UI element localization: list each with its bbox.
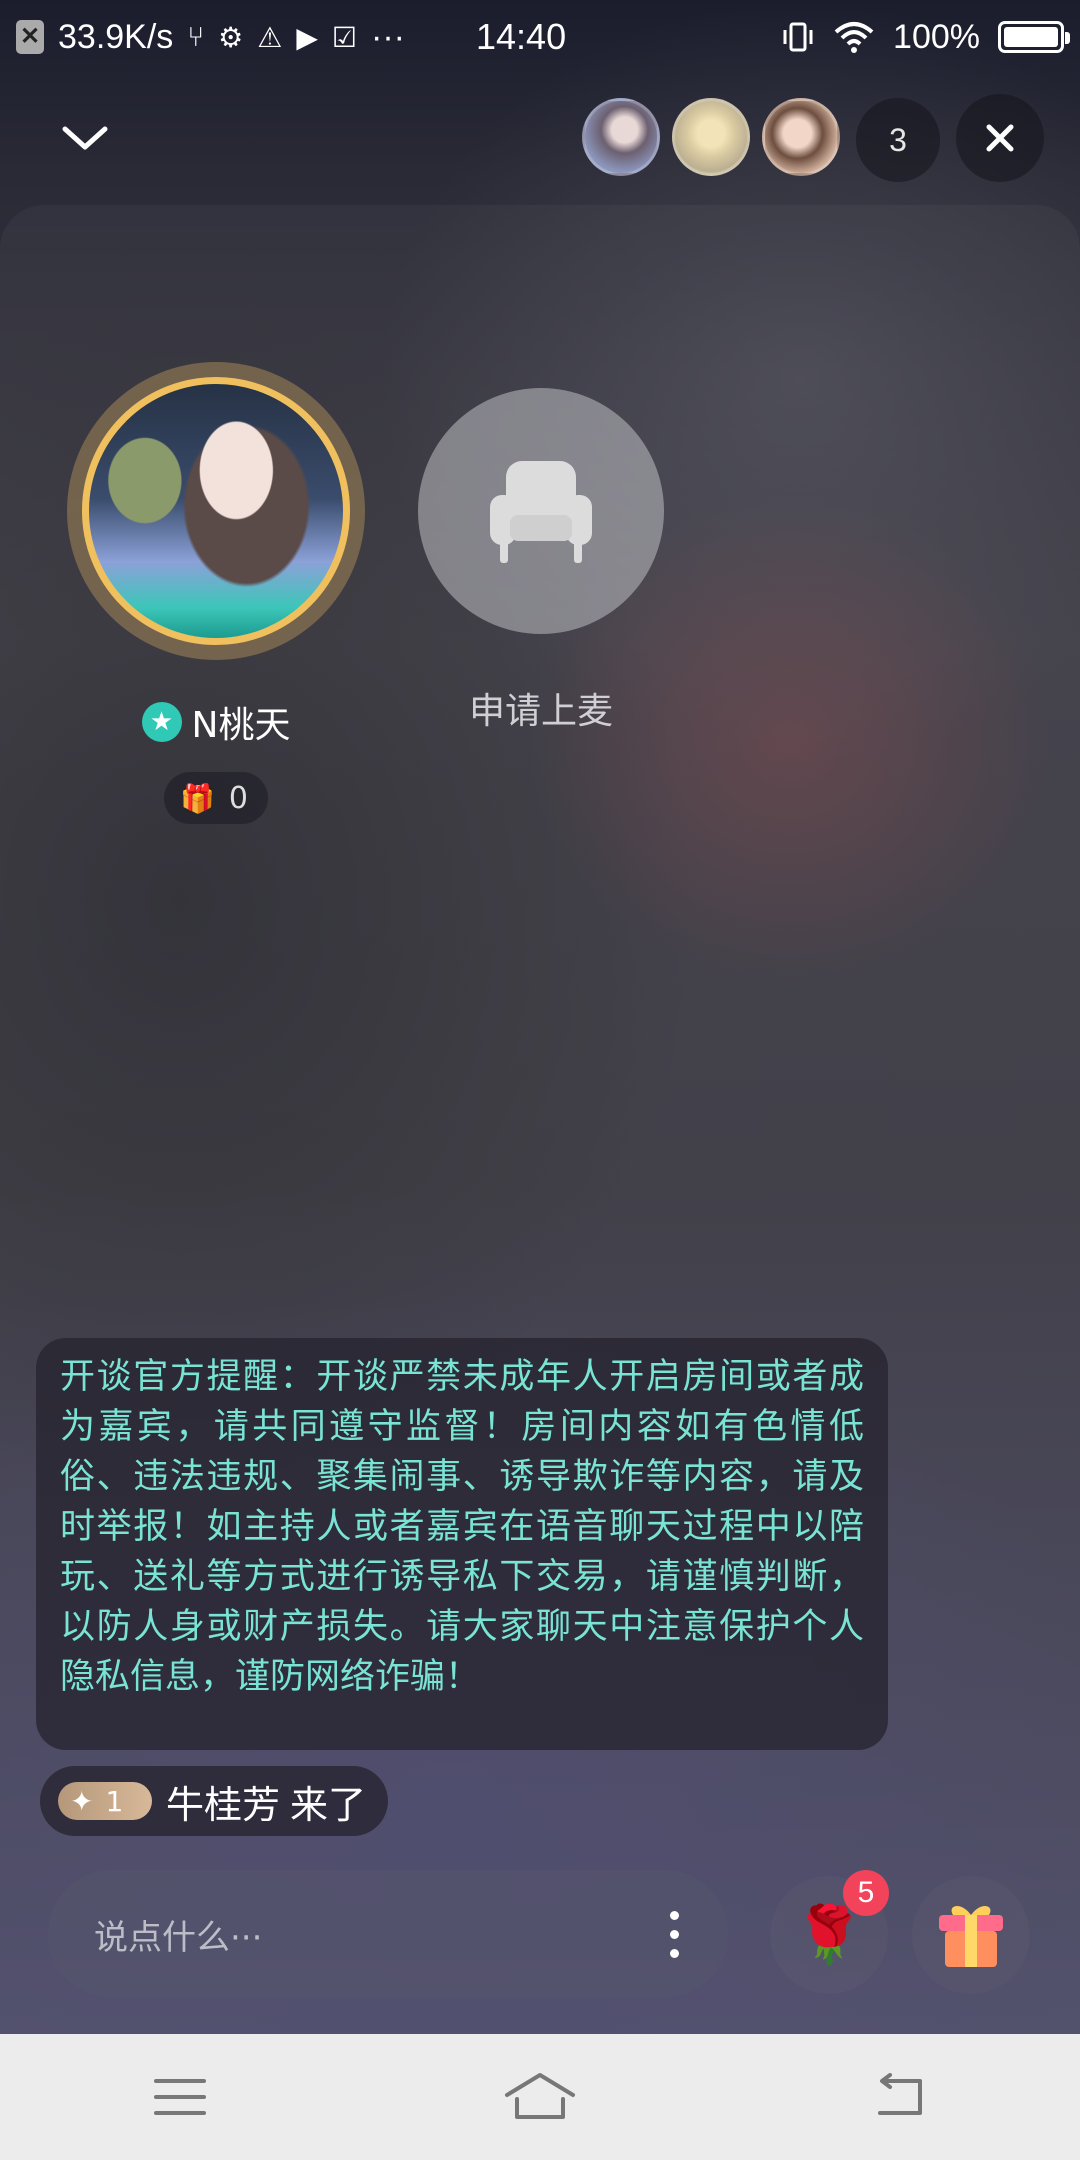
host-seat[interactable]: ★ N桃天 🎁 0 bbox=[66, 362, 366, 824]
warning-icon: ⚠ bbox=[257, 21, 283, 53]
join-message: ✦ 1 牛桂芳 来了 bbox=[40, 1766, 389, 1836]
task-icon: ☑ bbox=[331, 21, 357, 53]
apply-mic-label: 申请上麦 bbox=[468, 691, 613, 732]
back-nav-button[interactable] bbox=[840, 2052, 960, 2142]
viewer-count[interactable]: 3 bbox=[856, 98, 940, 182]
chat-input-bar[interactable]: 说点什么··· bbox=[48, 1870, 728, 1998]
collapse-button[interactable] bbox=[52, 108, 118, 168]
chevron-down-icon bbox=[62, 126, 108, 150]
status-left: ✕ 33.9K/s ⑂ ⚙ ⚠ ▶ ☑ ··· bbox=[16, 18, 476, 57]
dot bbox=[669, 1910, 679, 1920]
gift-box-icon bbox=[939, 1905, 1003, 1967]
user-level: 1 bbox=[105, 1784, 124, 1818]
host-avatar-ring bbox=[67, 362, 365, 660]
dot bbox=[669, 1929, 679, 1939]
play-icon: ▶ bbox=[296, 21, 318, 53]
home-nav-button[interactable] bbox=[480, 2052, 600, 2142]
vibrate-icon bbox=[783, 22, 813, 52]
viewer-avatar[interactable] bbox=[582, 98, 660, 176]
chat-input[interactable]: 说点什么··· bbox=[94, 1910, 634, 1959]
notice-text: 开谈官方提醒：开谈严禁未成年人开启房间或者成为嘉宾，请共同遵守监督！房间内容如有… bbox=[60, 1357, 864, 1697]
viewer-avatar[interactable] bbox=[762, 98, 840, 176]
empty-seat-circle[interactable] bbox=[418, 388, 664, 634]
host-avatar[interactable] bbox=[82, 377, 350, 645]
net-speed: 33.9K/s bbox=[58, 17, 174, 56]
join-action: 来了 bbox=[290, 1782, 367, 1827]
home-icon bbox=[505, 2073, 575, 2119]
wifi-icon bbox=[834, 22, 874, 53]
join-text: 牛桂芳 来了 bbox=[166, 1774, 366, 1829]
room-header: 3 bbox=[0, 90, 1080, 182]
sparkle-icon: ✦ bbox=[70, 1784, 94, 1818]
battery-icon bbox=[998, 21, 1070, 53]
host-name: N桃天 bbox=[191, 705, 291, 746]
status-bar: ✕ 33.9K/s ⑂ ⚙ ⚠ ▶ ☑ ··· 14:40 100% bbox=[0, 0, 1080, 74]
apply-mic-seat[interactable]: 申请上麦 bbox=[416, 388, 666, 734]
menu-nav-button[interactable] bbox=[120, 2052, 240, 2142]
more-options-button[interactable] bbox=[634, 1910, 714, 1958]
back-icon bbox=[878, 2073, 922, 2115]
host-name-row: ★ N桃天 bbox=[141, 696, 291, 748]
viewer-avatar[interactable] bbox=[672, 98, 750, 176]
battery-percent: 100% bbox=[893, 17, 980, 56]
armchair-icon bbox=[490, 461, 592, 563]
user-level-badge: ✦ 1 bbox=[58, 1782, 152, 1820]
debug-icon: ⚙ bbox=[218, 21, 244, 53]
status-right: 100% bbox=[781, 17, 1070, 57]
system-nav-bar bbox=[0, 2034, 1080, 2160]
close-icon bbox=[986, 124, 1014, 152]
official-notice: 开谈官方提醒：开谈严禁未成年人开启房间或者成为嘉宾，请共同遵守监督！房间内容如有… bbox=[36, 1338, 888, 1750]
clock: 14:40 bbox=[476, 16, 567, 57]
join-user[interactable]: 牛桂芳 bbox=[166, 1774, 280, 1829]
usb-icon: ⑂ bbox=[187, 21, 205, 52]
dot bbox=[669, 1948, 679, 1958]
gift-button[interactable] bbox=[912, 1876, 1030, 1994]
host-gift-count: 🎁 0 bbox=[164, 772, 268, 824]
gift-icon: 🎁 bbox=[180, 781, 215, 815]
menu-icon bbox=[154, 2079, 206, 2115]
host-gift-value: 0 bbox=[228, 780, 248, 816]
rose-count-badge: 5 bbox=[843, 1870, 889, 1916]
notification-icon: ✕ bbox=[16, 20, 44, 54]
viewer-avatars[interactable] bbox=[582, 98, 840, 176]
more-notifications: ··· bbox=[371, 17, 405, 56]
close-room-button[interactable] bbox=[956, 94, 1044, 182]
star-icon: ★ bbox=[141, 702, 182, 742]
